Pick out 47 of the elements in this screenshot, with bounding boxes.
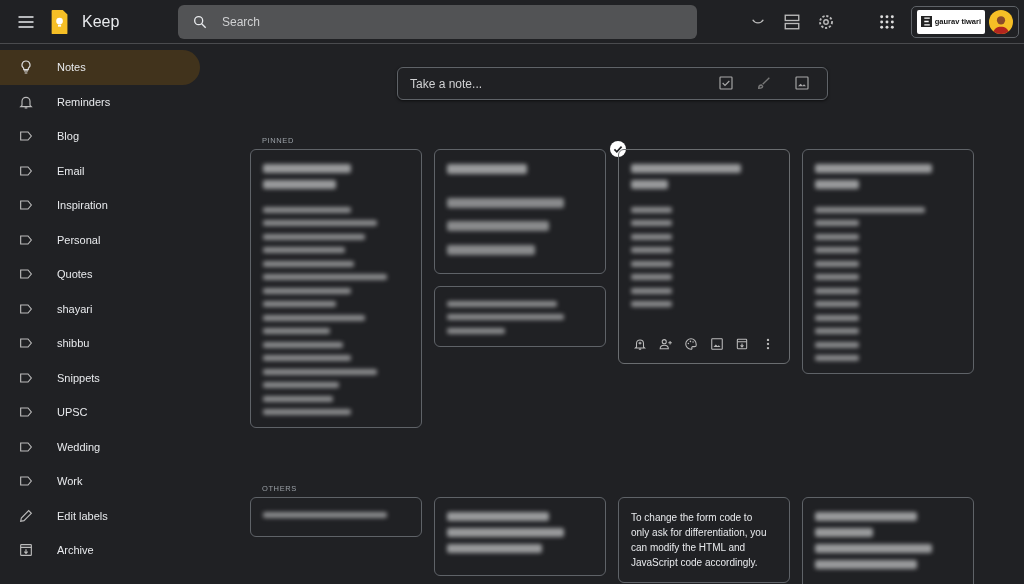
pencil-icon — [18, 507, 34, 524]
sidebar-item[interactable]: Edit labels — [0, 498, 200, 533]
note-card[interactable] — [250, 149, 422, 428]
note-text: To change the form code to only ask for differentiation, you can modify the HTML and JavaScript code accordingly. — [631, 511, 768, 570]
sidebar-item[interactable]: Notes — [0, 50, 200, 85]
image-icon[interactable] — [794, 75, 810, 91]
archive-icon[interactable] — [735, 337, 750, 351]
sidebar-item[interactable]: Snippets — [0, 360, 200, 395]
search-field[interactable]: Search — [178, 4, 697, 39]
note-card[interactable]: To change the form code to only ask for differentiation, you can modify the HTML and JavaScript code accordingly. — [618, 497, 790, 583]
keep-logo-icon — [50, 8, 70, 35]
person-add-icon[interactable] — [658, 337, 673, 351]
lightbulb-icon — [18, 59, 34, 76]
note-card[interactable] — [250, 497, 422, 537]
note-card[interactable] — [434, 497, 606, 576]
note-card[interactable] — [434, 285, 606, 347]
sidebar-item[interactable]: Personal — [0, 222, 200, 257]
bell-plus-icon[interactable] — [633, 337, 647, 351]
apps-grid-icon[interactable] — [878, 13, 895, 30]
note-card[interactable] — [802, 149, 974, 374]
sidebar-item[interactable]: Work — [0, 464, 200, 499]
palette-icon[interactable] — [684, 337, 699, 351]
sidebar-item[interactable]: Quotes — [0, 257, 200, 292]
brush-icon[interactable] — [756, 75, 772, 91]
avatar[interactable] — [989, 9, 1013, 34]
search-icon — [192, 13, 208, 30]
sidebar-item[interactable]: shibbu — [0, 326, 200, 361]
check-circle-icon[interactable] — [610, 141, 626, 157]
sidebar-item[interactable]: Inspiration — [0, 188, 200, 223]
sidebar-item[interactable]: UPSC — [0, 395, 200, 430]
settings-icon[interactable] — [816, 12, 835, 31]
image-icon[interactable] — [709, 337, 724, 351]
app-name: Keep — [82, 12, 120, 31]
sidebar-item[interactable]: Wedding — [0, 429, 200, 464]
sidebar-item[interactable]: Blog — [0, 119, 200, 154]
checkbox-icon[interactable] — [718, 75, 734, 91]
note-card[interactable] — [434, 149, 606, 274]
sidebar-item[interactable]: Archive — [0, 533, 200, 568]
sidebar-item[interactable]: Email — [0, 153, 200, 188]
sidebar-item[interactable]: shayari — [0, 291, 200, 326]
take-note-field[interactable]: Take a note... — [397, 67, 828, 100]
brand-logo-icon — [920, 16, 932, 27]
archive-icon — [18, 542, 34, 559]
note-card[interactable] — [802, 497, 974, 584]
list-view-icon[interactable] — [782, 12, 801, 31]
note-card[interactable] — [618, 149, 790, 364]
sidebar-item[interactable]: Reminders — [0, 84, 200, 119]
